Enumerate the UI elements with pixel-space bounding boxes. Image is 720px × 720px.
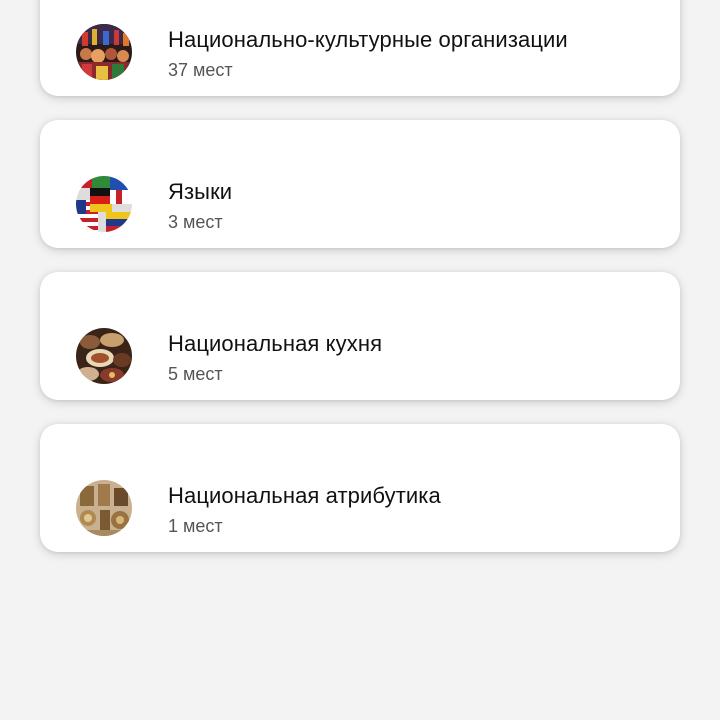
category-card-culture[interactable]: Национально-культурные организации 37 ме…: [40, 0, 680, 96]
category-count: 3 мест: [168, 212, 223, 232]
category-title: Языки: [168, 179, 233, 204]
food-image: [76, 328, 132, 384]
category-title: Национально-культурные организации: [168, 27, 568, 52]
category-count: 5 мест: [168, 364, 223, 384]
category-title: Национальная кухня: [168, 331, 383, 356]
category-count: 37 мест: [168, 60, 233, 80]
category-card-cuisine[interactable]: Национальная кухня 5 мест: [40, 272, 680, 400]
attributes-image: [76, 480, 132, 536]
category-card-languages[interactable]: Языки 3 мест: [40, 120, 680, 248]
culture-crowd-image: [76, 24, 132, 80]
flags-image: [76, 176, 132, 232]
category-count: 1 мест: [168, 516, 223, 536]
category-list: Национально-культурные организации 37 ме…: [40, 0, 680, 576]
category-card-attributes[interactable]: Национальная атрибутика 1 мест: [40, 424, 680, 552]
category-title: Национальная атрибутика: [168, 483, 441, 508]
